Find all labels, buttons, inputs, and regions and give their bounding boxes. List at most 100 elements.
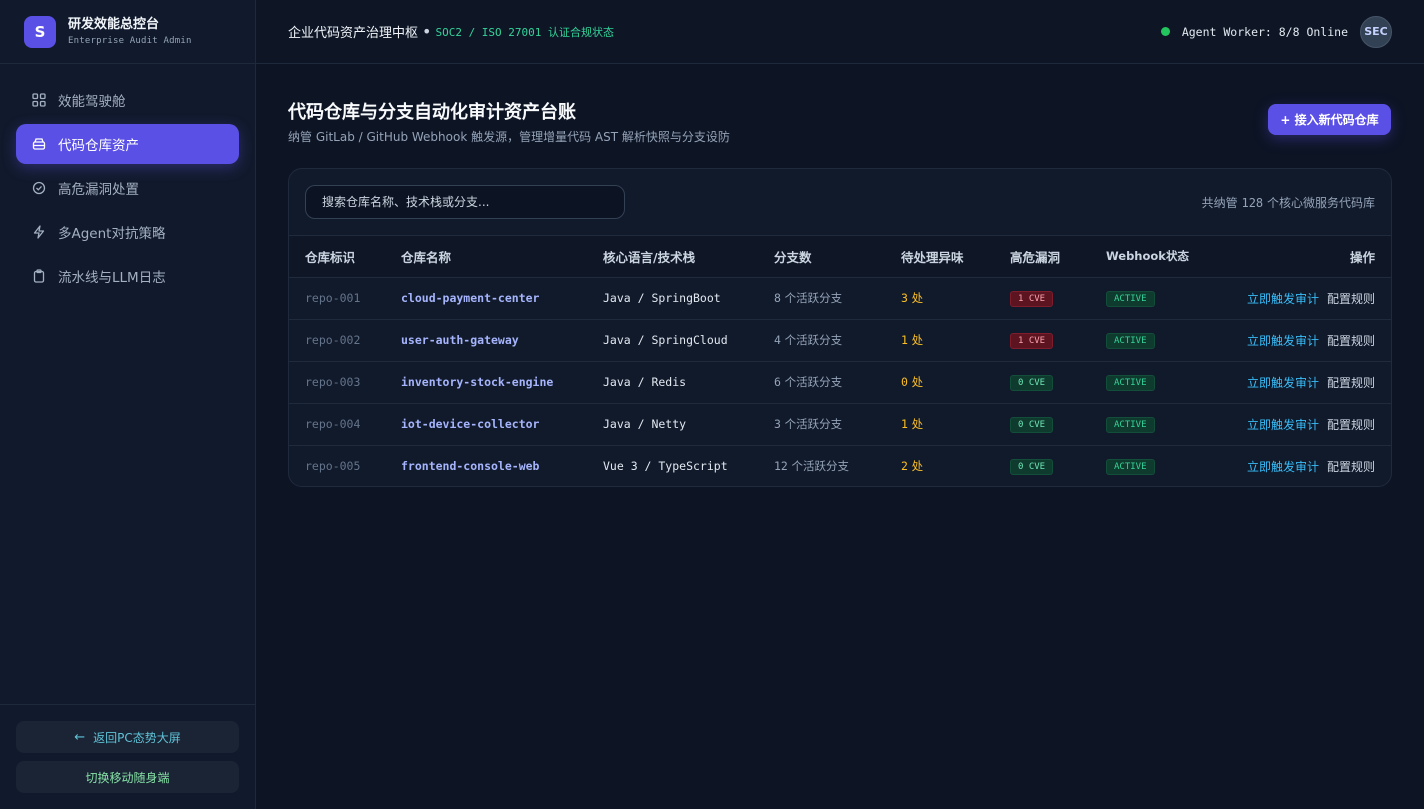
code-smells-unit: 处	[911, 459, 924, 474]
database-icon	[32, 137, 46, 151]
branch-count-unit: 个活跃分支	[784, 417, 843, 431]
repo-id: repo-003	[305, 375, 361, 389]
header-separator: •	[422, 22, 432, 41]
column-header[interactable]: 高危漏洞	[1010, 236, 1106, 278]
sidebar-item-vulnerabilities[interactable]: 高危漏洞处置	[16, 168, 239, 208]
code-smells-value: 2	[901, 459, 908, 474]
configure-rules-link[interactable]: 配置规则	[1327, 418, 1375, 432]
trigger-audit-link[interactable]: 立即触发审计	[1247, 418, 1319, 432]
table-row: repo-001 cloud-payment-center Java / Spr…	[289, 277, 1391, 320]
trigger-audit-link[interactable]: 立即触发审计	[1247, 460, 1319, 474]
sidebar-item-repositories[interactable]: 代码仓库资产	[16, 124, 239, 164]
code-smells: 1 处	[901, 319, 1010, 362]
switch-mobile-button[interactable]: 切换移动随身端	[16, 761, 239, 793]
repo-stack: Java / Redis	[603, 375, 687, 389]
trigger-audit-link[interactable]: 立即触发审计	[1247, 376, 1319, 390]
search-input[interactable]	[305, 185, 625, 219]
webhook-status-badge: ACTIVE	[1106, 416, 1155, 433]
webhook-status-badge: ACTIVE	[1106, 374, 1155, 391]
brand-subtitle: Enterprise Audit Admin	[68, 36, 192, 46]
branch-count-unit: 个活跃分支	[791, 459, 850, 474]
page-title: 代码仓库与分支自动化审计资产台账	[288, 102, 576, 123]
branch-count-value: 3	[774, 417, 781, 431]
sidebar-item-dashboard[interactable]: 效能驾驶舱	[16, 80, 239, 120]
repo-stack: Java / SpringCloud	[603, 333, 728, 347]
column-header[interactable]: 分支数	[774, 236, 901, 278]
code-smells-value: 3	[901, 291, 908, 305]
avatar[interactable]: SEC	[1360, 15, 1392, 48]
configure-rules-link[interactable]: 配置规则	[1327, 334, 1375, 348]
column-header: 操作	[1210, 236, 1391, 278]
lightning-icon	[32, 225, 46, 239]
column-header[interactable]: 待处理异味	[901, 236, 1010, 278]
page-subtitle: 纳管 GitLab / GitHub Webhook 触发源，管理增量代码 AS…	[288, 130, 730, 144]
repo-id: repo-002	[305, 333, 361, 347]
configure-rules-link[interactable]: 配置规则	[1327, 460, 1375, 474]
code-smells-unit: 处	[911, 375, 924, 389]
cve-badge: 0 CVE	[1010, 458, 1054, 475]
brand-logo: S	[24, 15, 56, 48]
repo-stack: Java / Netty	[603, 417, 687, 431]
code-smells-unit: 处	[911, 417, 924, 431]
code-smells-value: 0	[901, 375, 908, 389]
sidebar-item-label: 高危漏洞处置	[58, 182, 139, 198]
code-smells: 2 处	[901, 445, 1010, 486]
column-header[interactable]: 核心语言/技术栈	[603, 236, 774, 278]
code-smells: 1 处	[901, 403, 1010, 446]
configure-rules-link[interactable]: 配置规则	[1327, 376, 1375, 390]
trigger-audit-link[interactable]: 立即触发审计	[1247, 292, 1319, 306]
repo-id: repo-001	[305, 291, 361, 305]
cve-badge: 1 CVE	[1010, 332, 1054, 349]
code-smells: 3 处	[901, 277, 1010, 320]
column-header[interactable]: 仓库名称	[401, 236, 603, 278]
clipboard-icon	[32, 269, 46, 283]
repo-name[interactable]: frontend-console-web	[401, 459, 539, 473]
sidebar-item-agent-strategy[interactable]: 多Agent对抗策略	[16, 212, 239, 252]
cve-badge: 0 CVE	[1010, 416, 1054, 433]
sidebar-item-label: 代码仓库资产	[58, 138, 139, 154]
sidebar-item-label: 流水线与LLM日志	[58, 270, 166, 286]
repo-stack: Java / SpringBoot	[603, 291, 721, 305]
configure-rules-link[interactable]: 配置规则	[1327, 292, 1375, 306]
branch-count-unit: 个活跃分支	[784, 375, 843, 389]
repo-name[interactable]: inventory-stock-engine	[401, 375, 553, 389]
branch-count: 6 个活跃分支	[774, 361, 901, 404]
grid-icon	[32, 93, 46, 107]
repo-name[interactable]: cloud-payment-center	[401, 291, 539, 305]
code-smells-value: 1	[901, 417, 908, 431]
table-row: repo-004 iot-device-collector Java / Net…	[289, 403, 1391, 446]
webhook-status-badge: ACTIVE	[1106, 290, 1155, 307]
branch-count: 3 个活跃分支	[774, 403, 901, 446]
trigger-audit-link[interactable]: 立即触发审计	[1247, 334, 1319, 348]
repo-id: repo-005	[305, 459, 361, 474]
repo-name[interactable]: iot-device-collector	[401, 417, 539, 431]
branch-count-value: 12	[774, 459, 788, 474]
agent-worker-status: Agent Worker: 8/8 Online	[1181, 24, 1348, 39]
repo-name[interactable]: user-auth-gateway	[401, 333, 519, 347]
repository-table: 仓库标识 仓库名称 核心语言/技术栈 分支数 待处理异味 高危漏洞 Webhoo…	[289, 236, 1391, 486]
branch-count: 4 个活跃分支	[774, 319, 901, 362]
header-title: 企业代码资产治理中枢	[288, 26, 419, 41]
webhook-status-badge: ACTIVE	[1106, 332, 1155, 349]
brand-title: 研发效能总控台	[68, 17, 160, 32]
branch-count-unit: 个活跃分支	[784, 291, 843, 305]
sidebar-item-pipeline-logs[interactable]: 流水线与LLM日志	[16, 256, 239, 296]
branch-count: 12 个活跃分支	[774, 445, 901, 486]
add-repository-button[interactable]: + 接入新代码仓库	[1268, 104, 1391, 135]
code-smells-value: 1	[901, 333, 908, 347]
column-header[interactable]: 仓库标识	[289, 236, 401, 278]
repo-id: repo-004	[305, 417, 361, 431]
code-smells-unit: 处	[911, 333, 924, 347]
repo-stack: Vue 3 / TypeScript	[603, 459, 728, 474]
table-row: repo-002 user-auth-gateway Java / Spring…	[289, 319, 1391, 362]
count-suffix: 个核心微服务代码库	[1266, 195, 1375, 210]
sidebar-nav: 效能驾驶舱 代码仓库资产 高危漏洞处置 多Agent对抗策略 流水线与LLM日志	[0, 64, 255, 296]
arrow-left-icon: ←	[74, 729, 86, 745]
cve-badge: 1 CVE	[1010, 290, 1054, 307]
check-circle-icon	[32, 181, 46, 195]
column-header[interactable]: Webhook状态	[1106, 236, 1211, 278]
brand: S 研发效能总控台 Enterprise Audit Admin	[0, 0, 255, 64]
back-to-dashboard-button[interactable]: ← 返回PC态势大屏	[16, 721, 239, 753]
repository-table-card: 共纳管 128 个核心微服务代码库 仓库标识 仓库名称 核心语言/技术栈 分支数…	[288, 168, 1392, 487]
back-button-label: 返回PC态势大屏	[93, 730, 181, 745]
